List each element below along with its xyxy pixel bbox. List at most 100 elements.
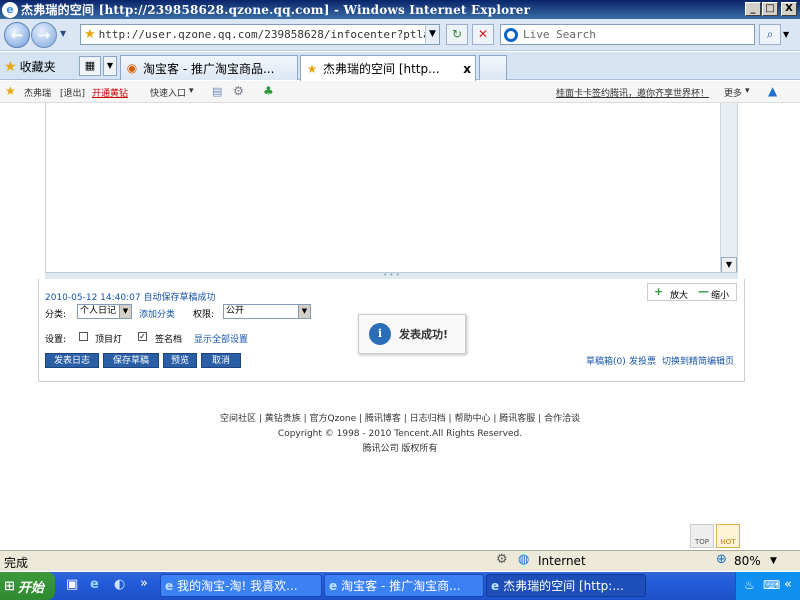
tab-label: 杰弗瑞的空间 [http... [323, 62, 440, 76]
footer-link[interactable]: 日志归档 [410, 414, 446, 424]
tab-label: 淘宝客 - 推广淘宝商品... [143, 61, 275, 76]
settings-gear-icon[interactable]: ⚙ [233, 84, 244, 98]
search-options-dropdown[interactable]: ▼ [783, 30, 789, 39]
category-select[interactable]: 个人日记 ▼ [77, 304, 132, 319]
start-button[interactable]: ⊞ 开始 [0, 572, 55, 600]
favorites-button[interactable]: ★ 收藏夹 [4, 58, 56, 75]
cancel-button[interactable]: 取消 [201, 353, 241, 368]
chevron-down-icon: ▼ [119, 305, 131, 318]
editor-resize-handle[interactable]: • • • [45, 272, 738, 279]
tab-list-dropdown[interactable]: ▼ [103, 56, 117, 76]
permission-select[interactable]: 公开 ▼ [223, 304, 311, 319]
zoom-icon[interactable]: ⊕ [716, 552, 727, 567]
drafts-link[interactable]: 草稿箱(0) [586, 354, 626, 367]
address-bar[interactable]: ★ http://user.qzone.qq.com/239858628/inf… [80, 24, 440, 45]
tray-app-icon[interactable]: ♨ [744, 578, 755, 592]
top-hot-widget: TOP HOT [690, 524, 740, 548]
zoom-level[interactable]: 80% [734, 554, 761, 568]
zoom-out-icon[interactable]: — [698, 285, 709, 298]
tab-qzone[interactable]: ★ 杰弗瑞的空间 [http... x [300, 55, 476, 81]
address-input[interactable]: http://user.qzone.qq.com/239858628/infoc… [99, 28, 425, 41]
back-button[interactable]: ← [4, 22, 30, 48]
recent-pages-dropdown[interactable]: ▼ [60, 29, 66, 38]
footer-link[interactable]: 空间社区 [220, 414, 256, 424]
quick-entry-dropdown-icon[interactable]: ▾ [189, 86, 194, 96]
taskbar-item[interactable]: e 我的淘宝-淘! 我喜欢... [160, 574, 322, 597]
zoom-controls: + 放大 — 缩小 [647, 283, 737, 301]
editor-scrollbar[interactable]: ▼ [720, 103, 737, 273]
minimize-button[interactable]: _ [745, 2, 761, 16]
footer-link[interactable]: 腾讯博客 [365, 414, 401, 424]
footer-links: 空间社区 | 黄钻贵族 | 官方Qzone | 腾讯博客 | 日志归档 | 帮助… [219, 414, 581, 424]
promo-link[interactable]: 桂面卡卡签约腾讯，邀你齐享世界杯！ [556, 86, 709, 99]
taskbar-item[interactable]: e 淘宝客 - 推广淘宝商... [324, 574, 484, 597]
new-tab-button[interactable] [479, 55, 507, 80]
page-footer: 空间社区 | 黄钻贵族 | 官方Qzone | 腾讯博客 | 日志归档 | 帮助… [0, 412, 800, 457]
search-input[interactable]: Live Search [523, 28, 596, 41]
footer-link[interactable]: 腾讯客服 [499, 414, 535, 424]
more-dropdown-icon[interactable]: ▾ [745, 86, 750, 96]
signature-checkbox[interactable]: ✓ [138, 332, 147, 341]
zoom-out-button[interactable]: 缩小 [711, 288, 729, 301]
quicklaunch-icon[interactable]: ◐ [114, 577, 125, 592]
topic-checkbox[interactable] [79, 332, 88, 341]
tab-taobaoke[interactable]: ◉ 淘宝客 - 推广淘宝商品... [120, 55, 298, 80]
tray-expand-button[interactable]: « [784, 577, 792, 592]
stop-button[interactable]: ✕ [472, 24, 494, 45]
show-all-settings-link[interactable]: 显示全部设置 [194, 332, 248, 345]
refresh-button[interactable]: ↻ [446, 24, 468, 45]
save-draft-button[interactable]: 保存草稿 [103, 353, 159, 368]
footer-link[interactable]: 帮助中心 [454, 414, 490, 424]
quick-tabs-icon[interactable]: ▦ [79, 56, 101, 76]
live-search-icon [504, 27, 518, 42]
logout-link[interactable]: [退出] [60, 86, 85, 99]
footer-link[interactable]: 黄钻贵族 [265, 414, 301, 424]
signature-option-label: 签名档 [155, 335, 183, 345]
more-menu[interactable]: 更多 [724, 86, 742, 99]
username[interactable]: 杰弗瑞 [24, 86, 51, 99]
close-tab-icon[interactable]: x [457, 62, 471, 76]
back-to-top-button[interactable]: TOP [690, 524, 714, 548]
footer-link[interactable]: 官方Qzone [310, 414, 357, 424]
simple-editor-link[interactable]: 切换到精简编辑页 [662, 354, 734, 367]
blog-editor[interactable] [45, 103, 738, 279]
title-bar: e 杰弗瑞的空间 [http://239858628.qzone.qq.com]… [0, 0, 800, 19]
taskbar-item[interactable]: e 杰弗瑞的空间 [http:... [486, 574, 646, 597]
open-vip-link[interactable]: 开通黄钻 [92, 86, 128, 99]
quick-entry-menu[interactable]: 快速入口 [150, 86, 186, 99]
notes-icon[interactable]: ▤ [212, 85, 222, 98]
security-zone: Internet [538, 554, 586, 568]
system-tray: ♨ ⌨ « [735, 572, 800, 600]
ie-quicklaunch-icon[interactable]: e [90, 577, 99, 592]
close-window-button[interactable]: X [781, 2, 797, 16]
permission-value: 公开 [226, 306, 245, 316]
forward-button[interactable]: → [31, 22, 57, 48]
maximize-button[interactable]: □ [762, 2, 778, 16]
tab-bar: ★ 收藏夹 ▦ ▼ ◉ 淘宝客 - 推广淘宝商品... ★ 杰弗瑞的空间 [ht… [0, 52, 800, 81]
permission-label: 权限: [193, 310, 215, 320]
tray-keyboard-icon[interactable]: ⌨ [763, 578, 780, 592]
search-box[interactable]: Live Search [500, 24, 755, 45]
footer-link[interactable]: 合作洽谈 [544, 414, 580, 424]
address-dropdown-button[interactable]: ▼ [425, 25, 439, 44]
preview-button[interactable]: 预览 [163, 353, 197, 368]
add-category-link[interactable]: 添加分类 [139, 307, 175, 320]
qzone-star-icon: ★ [5, 84, 16, 98]
scroll-down-button[interactable]: ▼ [721, 257, 737, 273]
success-toast: i 发表成功! [358, 314, 466, 354]
taobaoke-favicon-icon: ◉ [126, 61, 138, 75]
poll-link[interactable]: 发投票 [629, 354, 656, 367]
pin-top-icon[interactable]: ▲ [768, 84, 777, 98]
publish-button[interactable]: 发表日志 [45, 353, 99, 368]
globe-icon: ◍ [518, 552, 530, 567]
search-button[interactable]: ⌕ [759, 24, 781, 45]
zoom-dropdown-icon[interactable]: ▼ [770, 556, 777, 566]
zoom-in-icon[interactable]: + [654, 285, 663, 298]
security-icon: ⚙ [496, 552, 508, 567]
zoom-in-button[interactable]: 放大 [670, 288, 688, 301]
hot-button[interactable]: HOT [716, 524, 740, 548]
info-icon: i [369, 323, 391, 345]
quicklaunch-more-button[interactable]: » [140, 576, 148, 591]
clover-icon[interactable]: ♣ [263, 84, 274, 98]
show-desktop-icon[interactable]: ▣ [66, 577, 78, 592]
